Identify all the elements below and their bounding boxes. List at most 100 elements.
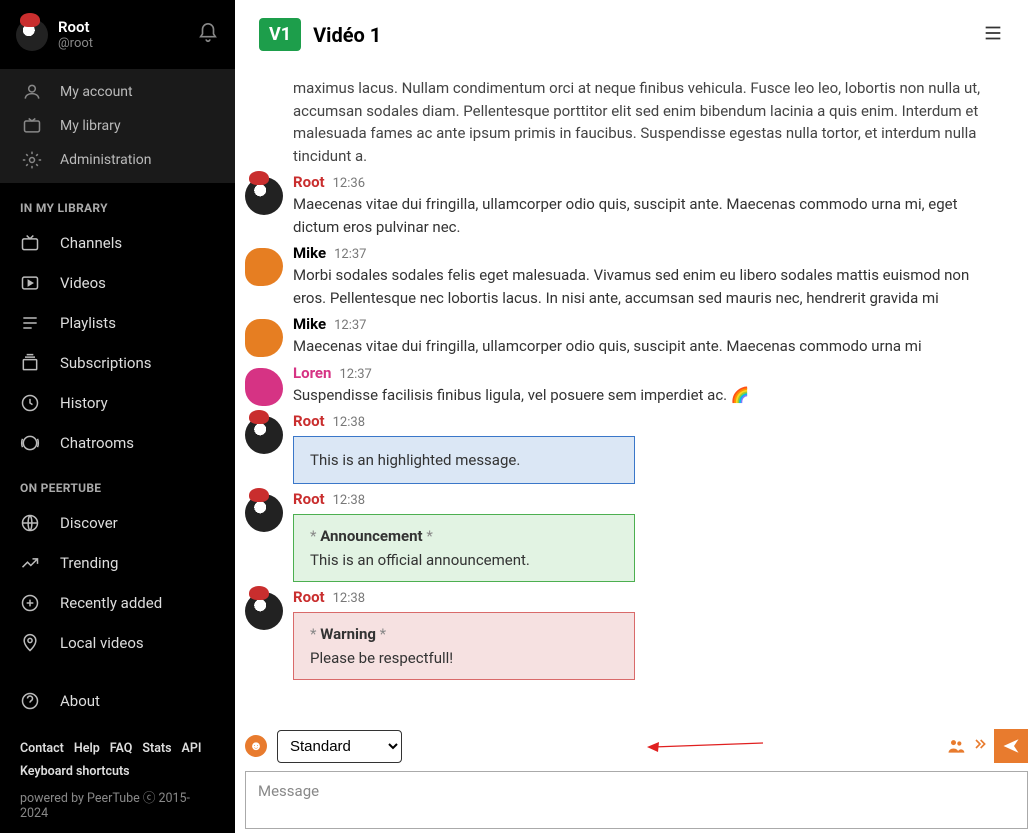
nav-label: Chatrooms <box>60 434 134 452</box>
message-author[interactable]: Root <box>293 173 325 191</box>
chat-message: maximus lacus. Nullam condimentum orci a… <box>245 75 1004 167</box>
footer-link-contact[interactable]: Contact <box>20 741 64 756</box>
chat-message: Loren 12:37 Suspendisse facilisis finibus … <box>245 364 1004 407</box>
participants-icon[interactable] <box>946 736 966 756</box>
nav-label: Videos <box>60 274 106 292</box>
message-author[interactable]: Root <box>293 490 325 508</box>
nav-local-videos[interactable]: Local videos <box>0 623 235 663</box>
nav-subscriptions[interactable]: Subscriptions <box>0 343 235 383</box>
chevron-double-right-icon[interactable] <box>972 736 988 756</box>
box-body: Please be respectfull! <box>310 649 618 667</box>
user-info: Root @root <box>58 18 93 51</box>
footer-link-api[interactable]: API <box>182 741 202 756</box>
avatar[interactable] <box>245 248 283 286</box>
footer-link-stats[interactable]: Stats <box>142 741 171 756</box>
user-row: Root @root <box>0 0 235 69</box>
sidebar: Root @root My account My library Adminis… <box>0 0 235 833</box>
message-text: Morbi sodales sodales felis eget malesua… <box>293 264 1004 309</box>
section-library-label: IN MY LIBRARY <box>0 183 235 223</box>
notifications-icon[interactable] <box>197 22 219 48</box>
section-peertube-label: ON PEERTUBE <box>0 463 235 503</box>
message-author[interactable]: Loren <box>293 364 331 382</box>
message-body: Mike 12:37 Morbi sodales sodales felis ege… <box>293 244 1004 309</box>
avatar[interactable] <box>245 592 283 630</box>
message-author[interactable]: Root <box>293 412 325 430</box>
nav-history[interactable]: History <box>0 383 235 423</box>
nav-label: Subscriptions <box>60 354 151 372</box>
message-time: 12:38 <box>333 415 365 430</box>
compose-right-icons <box>946 729 1028 763</box>
message-header: Loren 12:37 <box>293 364 1004 382</box>
message-time: 12:38 <box>333 493 365 508</box>
compose-toolbar: ☻ Standard <box>235 721 1028 771</box>
nav-playlists[interactable]: Playlists <box>0 303 235 343</box>
user-display-name: Root <box>58 18 93 36</box>
message-author[interactable]: Root <box>293 588 325 606</box>
nav-recently-added[interactable]: Recently added <box>0 583 235 623</box>
chat-message: Root12:36Maecenas vitae dui fringilla, u… <box>245 173 1004 238</box>
message-body: Root 12:38 This is an highlighted message. <box>293 412 1004 484</box>
message-warn-box: * Warning *Please be respectfull! <box>293 612 635 680</box>
avatar[interactable] <box>245 177 283 215</box>
footer-link-faq[interactable]: FAQ <box>110 741 133 756</box>
message-time: 12:37 <box>339 367 371 382</box>
message-body: Mike12:37Maecenas vitae dui fringilla, u… <box>293 315 1004 358</box>
emoji-button[interactable]: ☻ <box>245 735 267 757</box>
nav-discover[interactable]: Discover <box>0 503 235 543</box>
chat-message: Root 12:38 This is an highlighted message. <box>245 412 1004 484</box>
message-text: Suspendisse facilisis finibus ligula, ve… <box>293 384 1004 407</box>
nav-channels[interactable]: Channels <box>0 223 235 263</box>
message-header: Mike 12:37 <box>293 244 1004 262</box>
message-announce-box: * Announcement * This is an official anno… <box>293 514 635 582</box>
nav-my-account[interactable]: My account <box>0 75 235 109</box>
nav-label: Playlists <box>60 314 116 332</box>
menu-icon[interactable] <box>982 22 1004 48</box>
nav-label: History <box>60 394 108 412</box>
avatar[interactable] <box>245 319 283 357</box>
message-body: maximus lacus. Nullam condimentum orci a… <box>293 75 1004 167</box>
message-time: 12:37 <box>334 247 366 262</box>
nav-label: About <box>60 692 100 710</box>
message-highlight-box: This is an highlighted message. <box>293 436 635 484</box>
avatar[interactable] <box>16 19 48 51</box>
avatar[interactable] <box>245 368 283 406</box>
message-time: 12:37 <box>334 318 366 333</box>
message-header: Root 12:38 <box>293 588 1004 606</box>
nav-label: My account <box>60 84 133 100</box>
avatar[interactable] <box>245 416 283 454</box>
message-time: 12:38 <box>333 591 365 606</box>
message-header: Root 12:38 <box>293 412 1004 430</box>
message-style-select[interactable]: Standard <box>277 730 402 763</box>
nav-videos[interactable]: Videos <box>0 263 235 303</box>
chat-message: Root 12:38 * Warning *Please be respectful… <box>245 588 1004 680</box>
nav-administration[interactable]: Administration <box>0 143 235 177</box>
message-header: Mike 12:37 <box>293 315 1004 333</box>
nav-chatrooms[interactable]: Chatrooms <box>0 423 235 463</box>
message-header: Root12:36 <box>293 173 1004 191</box>
box-body: This is an official announcement. <box>310 551 618 569</box>
footer-kbd-shortcuts[interactable]: Keyboard shortcuts <box>20 764 215 779</box>
message-body: Root 12:38 * Announcement * This is an offi… <box>293 490 1004 582</box>
message-author[interactable]: Mike <box>293 244 326 262</box>
box-label: * Announcement * <box>310 527 618 545</box>
nav-label: Local videos <box>60 634 144 652</box>
send-button[interactable] <box>994 729 1028 763</box>
nav-trending[interactable]: Trending <box>0 543 235 583</box>
nav-about[interactable]: About <box>0 681 235 721</box>
footer-link-help[interactable]: Help <box>74 741 100 756</box>
message-body: Root12:36Maecenas vitae dui fringilla, u… <box>293 173 1004 238</box>
message-text: maximus lacus. Nullam condimentum orci a… <box>293 77 1004 167</box>
message-body: Loren 12:37 Suspendisse facilisis finibus … <box>293 364 1004 407</box>
nav-my-library[interactable]: My library <box>0 109 235 143</box>
nav-label: Channels <box>60 234 122 252</box>
message-author[interactable]: Mike <box>293 315 326 333</box>
chat-message: Root 12:38 * Announcement * This is an offi… <box>245 490 1004 582</box>
footer-links: Contact Help FAQ Stats API <box>20 741 215 756</box>
message-input[interactable] <box>245 771 1028 829</box>
nav-label: My library <box>60 118 121 134</box>
avatar[interactable] <box>245 494 283 532</box>
nav-label: Recently added <box>60 594 162 612</box>
compose-area: ☻ Standard <box>235 721 1028 833</box>
nav-label: Administration <box>60 152 151 168</box>
chat-messages[interactable]: maximus lacus. Nullam condimentum orci a… <box>235 69 1028 721</box>
